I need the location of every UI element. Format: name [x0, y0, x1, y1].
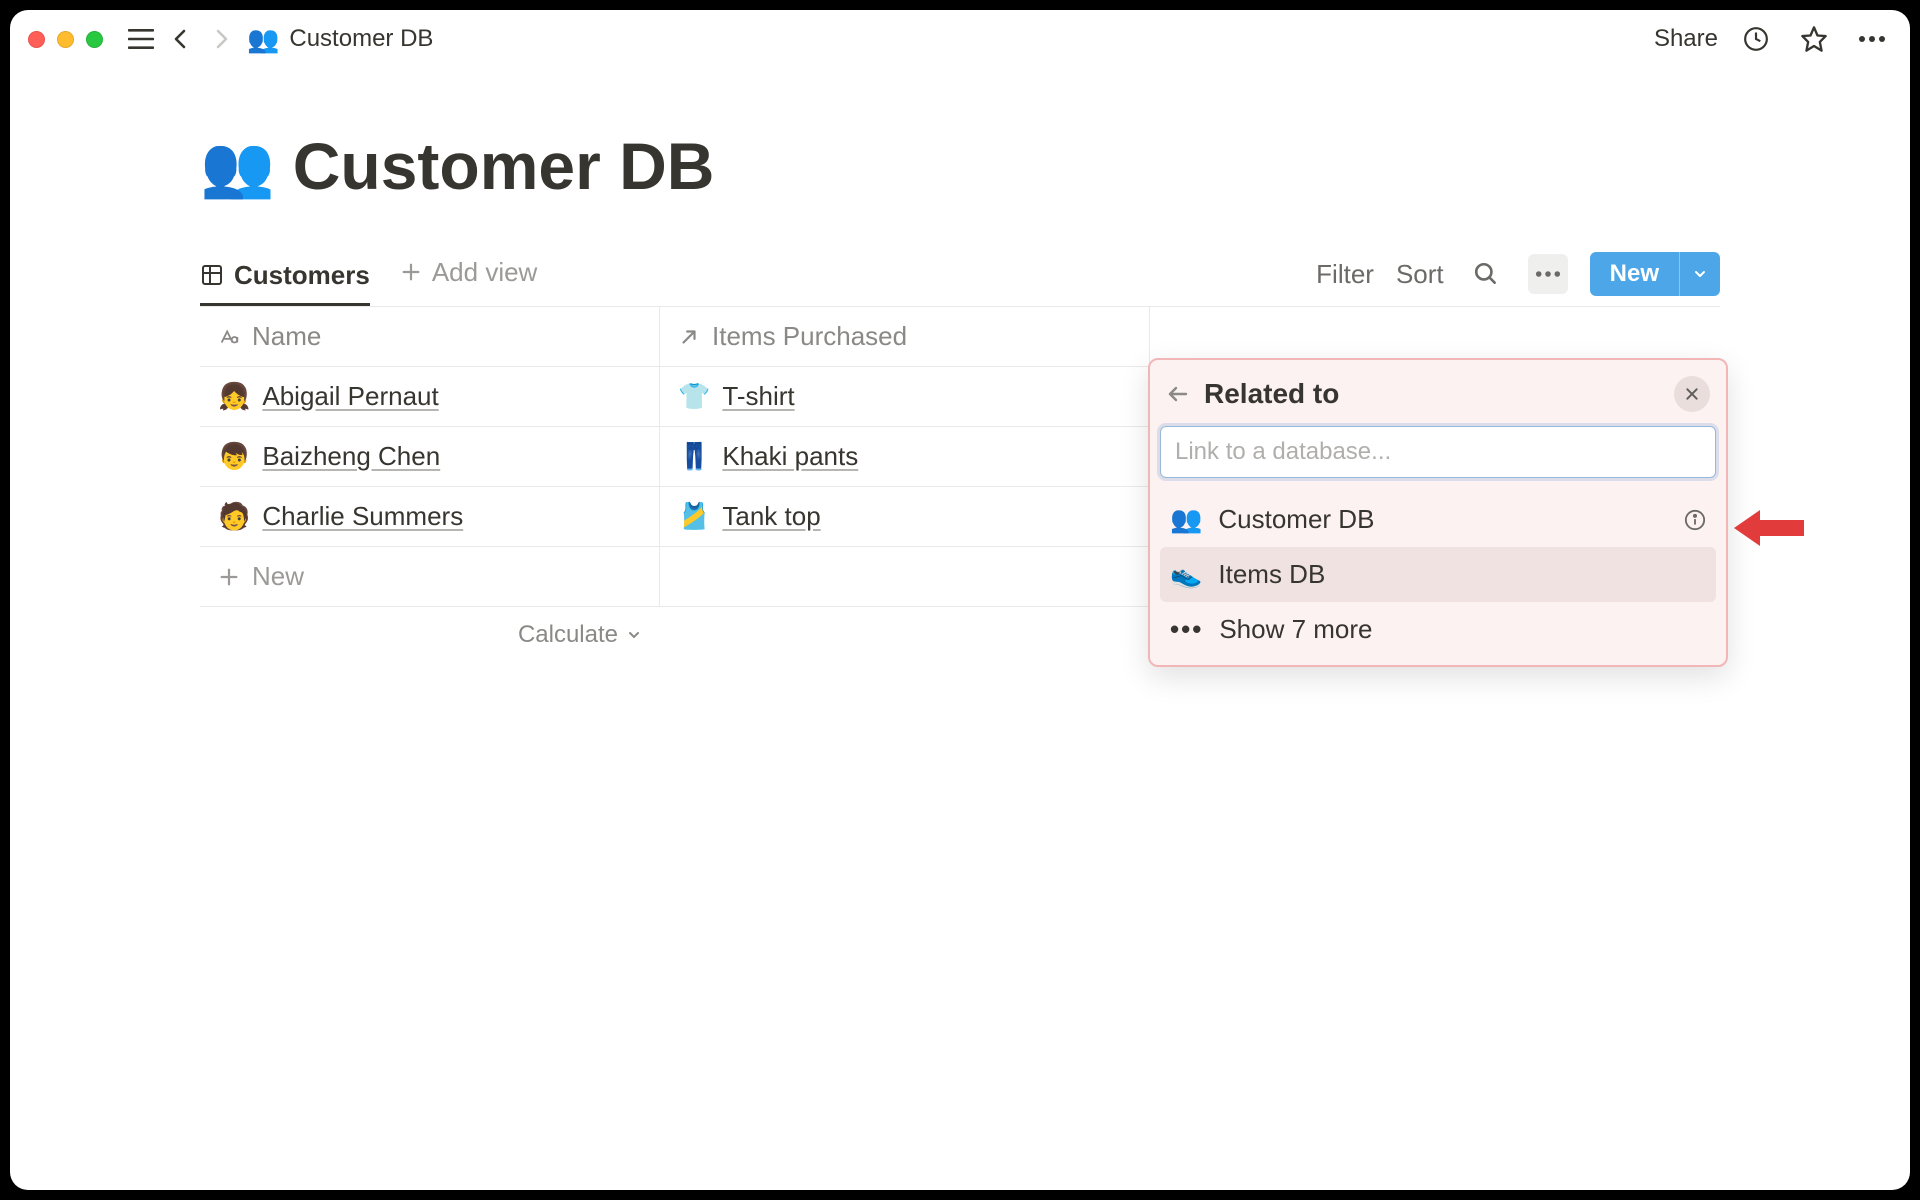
- zoom-window-button[interactable]: [86, 31, 103, 48]
- row-name[interactable]: Charlie Summers: [262, 501, 463, 532]
- favorite-icon[interactable]: [1794, 19, 1834, 59]
- new-button-main[interactable]: New: [1590, 252, 1679, 296]
- forward-button[interactable]: [201, 19, 241, 59]
- row-name[interactable]: Baizheng Chen: [262, 441, 440, 472]
- breadcrumb-icon: 👥: [247, 24, 279, 55]
- ellipsis-icon: •••: [1170, 614, 1203, 645]
- popover-back-icon[interactable]: [1166, 382, 1190, 406]
- view-controls: Filter Sort New: [1316, 252, 1720, 306]
- calculate-button[interactable]: Calculate: [200, 607, 660, 663]
- app-window: 👥 Customer DB Share 👥 Customer DB: [10, 10, 1910, 1190]
- views-bar: Customers Add view Filter Sort New: [200, 252, 1720, 307]
- relation-option-items-db[interactable]: 👟 Items DB: [1160, 547, 1716, 602]
- back-button[interactable]: [161, 19, 201, 59]
- breadcrumb[interactable]: 👥 Customer DB: [247, 24, 433, 55]
- view-options-icon[interactable]: [1528, 254, 1568, 294]
- topbar: 👥 Customer DB Share: [10, 10, 1910, 68]
- more-icon[interactable]: [1852, 19, 1892, 59]
- page-title: 👥 Customer DB: [200, 128, 1720, 204]
- relation-option-icon: 👥: [1170, 504, 1202, 535]
- view-tab-label: Customers: [234, 260, 370, 291]
- view-tab-customers[interactable]: Customers: [200, 254, 370, 305]
- row-item[interactable]: Tank top: [722, 501, 820, 532]
- sort-button[interactable]: Sort: [1396, 259, 1444, 290]
- relation-option-icon: 👟: [1170, 559, 1202, 590]
- window-controls: [28, 31, 103, 48]
- breadcrumb-title: Customer DB: [289, 25, 433, 53]
- minimize-window-button[interactable]: [57, 31, 74, 48]
- calculate-label: Calculate: [518, 621, 618, 649]
- info-icon[interactable]: [1684, 509, 1706, 531]
- new-row-label: New: [252, 561, 304, 592]
- updates-icon[interactable]: [1736, 19, 1776, 59]
- relation-show-more-label: Show 7 more: [1219, 614, 1372, 645]
- column-header-name[interactable]: Name: [200, 307, 660, 366]
- row-item[interactable]: T-shirt: [722, 381, 794, 412]
- new-button: New: [1590, 252, 1720, 296]
- relation-popover: Related to 👥 Customer DB 👟 Items DB ••• …: [1148, 358, 1728, 667]
- row-avatar-icon: 👦: [218, 441, 250, 472]
- popover-header: Related to: [1160, 370, 1716, 426]
- row-item-icon: 🎽: [678, 501, 710, 532]
- add-view-label: Add view: [432, 257, 538, 288]
- new-button-dropdown[interactable]: [1679, 252, 1720, 296]
- close-window-button[interactable]: [28, 31, 45, 48]
- topbar-actions: Share: [1654, 19, 1892, 59]
- row-item-icon: 👖: [678, 441, 710, 472]
- relation-option-label: Customer DB: [1218, 504, 1374, 535]
- column-header-name-label: Name: [252, 321, 321, 352]
- row-avatar-icon: 🧑: [218, 501, 250, 532]
- row-item[interactable]: Khaki pants: [722, 441, 858, 472]
- add-view-button[interactable]: Add view: [400, 257, 538, 302]
- annotation-arrow-icon: [1734, 506, 1804, 550]
- row-avatar-icon: 👧: [218, 381, 250, 412]
- popover-title: Related to: [1204, 378, 1339, 410]
- row-item-icon: 👕: [678, 381, 710, 412]
- row-name[interactable]: Abigail Pernaut: [262, 381, 438, 412]
- relation-option-label: Items DB: [1218, 559, 1325, 590]
- relation-option-customer-db[interactable]: 👥 Customer DB: [1160, 492, 1716, 547]
- page-icon[interactable]: 👥: [200, 131, 275, 202]
- share-button[interactable]: Share: [1654, 25, 1718, 53]
- page-title-text[interactable]: Customer DB: [293, 128, 715, 204]
- relation-options: 👥 Customer DB 👟 Items DB ••• Show 7 more: [1160, 492, 1716, 657]
- filter-button[interactable]: Filter: [1316, 259, 1374, 290]
- sidebar-toggle-icon[interactable]: [121, 19, 161, 59]
- popover-close-icon[interactable]: [1674, 376, 1710, 412]
- relation-search-input[interactable]: [1160, 426, 1716, 478]
- relation-show-more[interactable]: ••• Show 7 more: [1160, 602, 1716, 657]
- search-icon[interactable]: [1466, 254, 1506, 294]
- column-header-items-label: Items Purchased: [712, 321, 907, 352]
- column-header-items[interactable]: Items Purchased: [660, 307, 1150, 366]
